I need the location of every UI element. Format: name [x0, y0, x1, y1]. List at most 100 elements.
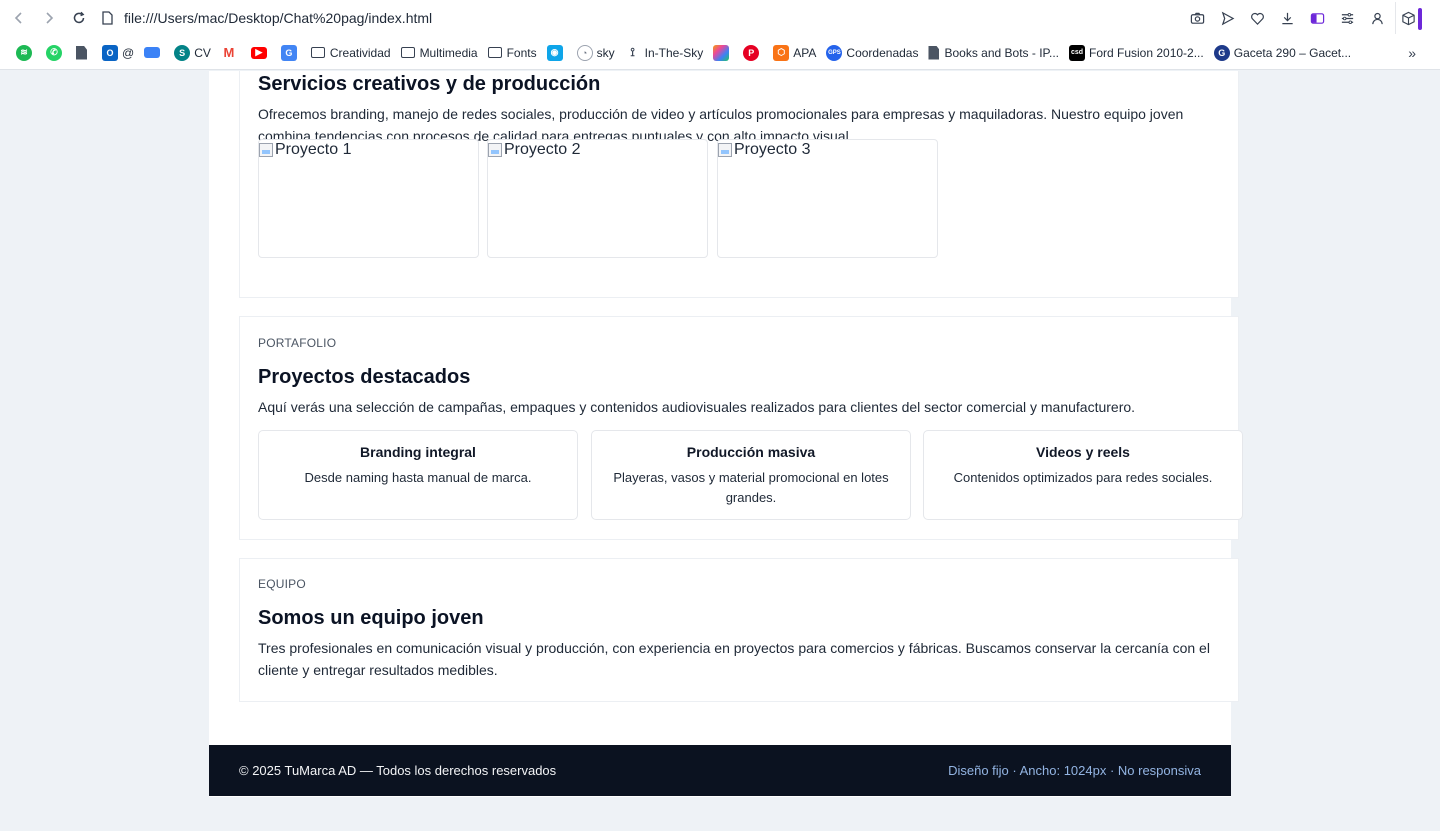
- extensions-button[interactable]: [1395, 2, 1432, 34]
- bookmark-spotify[interactable]: ≋: [16, 44, 36, 61]
- accent-bar: [1418, 8, 1422, 30]
- translate-icon: G: [280, 44, 297, 61]
- bookmark-label: Fonts: [506, 45, 537, 60]
- sidebar-toggle-button[interactable]: [1305, 6, 1329, 30]
- team-eyebrow: EQUIPO: [258, 577, 306, 591]
- page-footer: © 2025 TuMarca AD — Todos los derechos r…: [209, 745, 1231, 796]
- portfolio-description: Aquí verás una selección de campañas, em…: [258, 399, 1136, 415]
- bookmark-gmail[interactable]: M: [220, 44, 241, 61]
- camera-button[interactable]: [1185, 6, 1209, 30]
- sidebar-toggle-icon: [1310, 12, 1324, 24]
- double-chevron-right-icon: »: [1408, 45, 1416, 61]
- profile-icon: [1371, 12, 1383, 24]
- image-alt-text: Proyecto 1: [275, 141, 352, 158]
- feature-card-branding: Branding integral Desde naming hasta man…: [258, 430, 578, 520]
- csd-icon: csd: [1069, 44, 1085, 61]
- bookmark-label: Books and Bots - IP...: [944, 45, 1059, 60]
- broken-image-icon: [718, 143, 732, 157]
- more-bookmarks-button[interactable]: »: [1408, 45, 1416, 61]
- bookmark-folder-blue[interactable]: [144, 47, 164, 58]
- project-image-3: Proyecto 3: [717, 139, 938, 258]
- bookmark-ford-fusion[interactable]: csd Ford Fusion 2010-2...: [1069, 44, 1204, 61]
- bookmark-in-the-sky[interactable]: ⟟ In-The-Sky: [624, 44, 704, 61]
- bookmark-sky[interactable]: ◔ sky: [576, 44, 615, 61]
- portfolio-eyebrow: PORTAFOLIO: [258, 336, 337, 350]
- reload-icon: [73, 11, 85, 24]
- bookmark-multimedia[interactable]: Multimedia: [400, 45, 478, 60]
- footer-note: Diseño fijo · Ancho: 1024px · No respons…: [948, 763, 1201, 778]
- image-alt-text: Proyecto 2: [504, 141, 581, 158]
- broken-image-icon: [259, 143, 273, 157]
- page-viewport: Servicios creativos y de producción Ofre…: [0, 71, 1440, 831]
- bookmark-cv[interactable]: S CV: [174, 44, 211, 61]
- bookmark-apa[interactable]: ⬡ APA: [773, 44, 816, 61]
- bookmark-pinterest[interactable]: P: [743, 44, 763, 61]
- bookmark-label: Creatividad: [329, 45, 391, 60]
- image-alt-text: Proyecto 3: [734, 141, 811, 158]
- bookmark-label: CV: [194, 45, 211, 60]
- profile-button[interactable]: [1365, 6, 1389, 30]
- bookmark-label: Multimedia: [419, 45, 478, 60]
- back-button[interactable]: [4, 3, 34, 33]
- reload-button[interactable]: [64, 3, 94, 33]
- downloads-button[interactable]: [1275, 6, 1299, 30]
- bookmark-label: Ford Fusion 2010-2...: [1089, 45, 1204, 60]
- project-image-2: Proyecto 2: [487, 139, 708, 258]
- services-title: Servicios creativos y de producción: [258, 73, 601, 95]
- url-text[interactable]: file:///Users/mac/Desktop/Chat%20pag/ind…: [124, 10, 432, 26]
- easy-setup-button[interactable]: [1335, 6, 1359, 30]
- bookmark-label: @: [122, 45, 135, 60]
- bookmark-label: Coordenadas: [846, 45, 919, 60]
- feature-title: Videos y reels: [1036, 444, 1130, 460]
- bookmark-photos[interactable]: [713, 44, 733, 61]
- location-pin-icon: ◉: [546, 44, 563, 61]
- gmail-icon: M: [220, 44, 237, 61]
- feature-title: Branding integral: [360, 444, 476, 460]
- forward-button[interactable]: [34, 3, 64, 33]
- telescope-icon: ⟟: [624, 44, 641, 61]
- camera-icon: [1190, 12, 1204, 24]
- feature-description: Contenidos optimizados para redes social…: [953, 470, 1213, 485]
- bookmark-creatividad[interactable]: Creatividad: [310, 45, 391, 60]
- sharepoint-icon: S: [174, 44, 191, 61]
- feature-card-videos: Videos y reels Contenidos optimizados pa…: [923, 430, 1243, 520]
- bookmark-location[interactable]: ◉: [546, 44, 567, 61]
- project-image-1: Proyecto 1: [258, 139, 479, 258]
- folder-icon: [310, 47, 325, 58]
- spotify-icon: ≋: [16, 44, 32, 61]
- team-description: Tres profesionales en comunicación visua…: [258, 640, 1210, 678]
- folder-blue-icon: [144, 47, 161, 58]
- address-bar[interactable]: file:///Users/mac/Desktop/Chat%20pag/ind…: [100, 10, 1185, 26]
- file-icon: [102, 11, 113, 25]
- bookmark-translate[interactable]: G: [280, 44, 301, 61]
- chevron-left-icon: [14, 12, 22, 24]
- team-section: EQUIPO Somos un equipo joven Tres profes…: [239, 558, 1239, 702]
- heart-icon: [1250, 12, 1264, 25]
- bookmark-label: Gaceta 290 – Gacet...: [1233, 45, 1352, 60]
- feature-title: Producción masiva: [686, 444, 816, 460]
- bookmark-youtube[interactable]: ▶: [250, 46, 271, 59]
- document-icon: [76, 45, 87, 60]
- bookmark-document[interactable]: [76, 45, 92, 60]
- team-title: Somos un equipo joven: [258, 607, 484, 629]
- bookmark-books-and-bots[interactable]: Books and Bots - IP...: [928, 45, 1059, 60]
- whatsapp-icon: ✆: [46, 44, 62, 61]
- bookmark-fonts[interactable]: Fonts: [487, 45, 537, 60]
- feature-card-produccion: Producción masiva Playeras, vasos y mate…: [591, 430, 911, 520]
- services-section: Servicios creativos y de producción Ofre…: [239, 71, 1239, 298]
- feature-description: Playeras, vasos y material promocional e…: [613, 470, 889, 505]
- send-icon: [1221, 11, 1234, 25]
- outlook-icon: O: [102, 44, 118, 61]
- pinterest-icon: P: [743, 44, 760, 61]
- gaceta-icon: G: [1213, 44, 1230, 61]
- bookmark-whatsapp[interactable]: ✆: [46, 44, 66, 61]
- bookmark-gaceta[interactable]: G Gaceta 290 – Gacet...: [1213, 44, 1352, 61]
- bookmark-coordenadas[interactable]: GPS Coordenadas: [826, 44, 919, 61]
- folder-icon: [487, 47, 502, 58]
- broken-image-icon: [488, 143, 502, 157]
- bookmark-outlook[interactable]: O @: [102, 44, 135, 61]
- send-button[interactable]: [1215, 6, 1239, 30]
- favorites-button[interactable]: [1245, 6, 1269, 30]
- bookmark-label: In-The-Sky: [644, 45, 704, 60]
- extensions-cube-icon: [1401, 11, 1415, 25]
